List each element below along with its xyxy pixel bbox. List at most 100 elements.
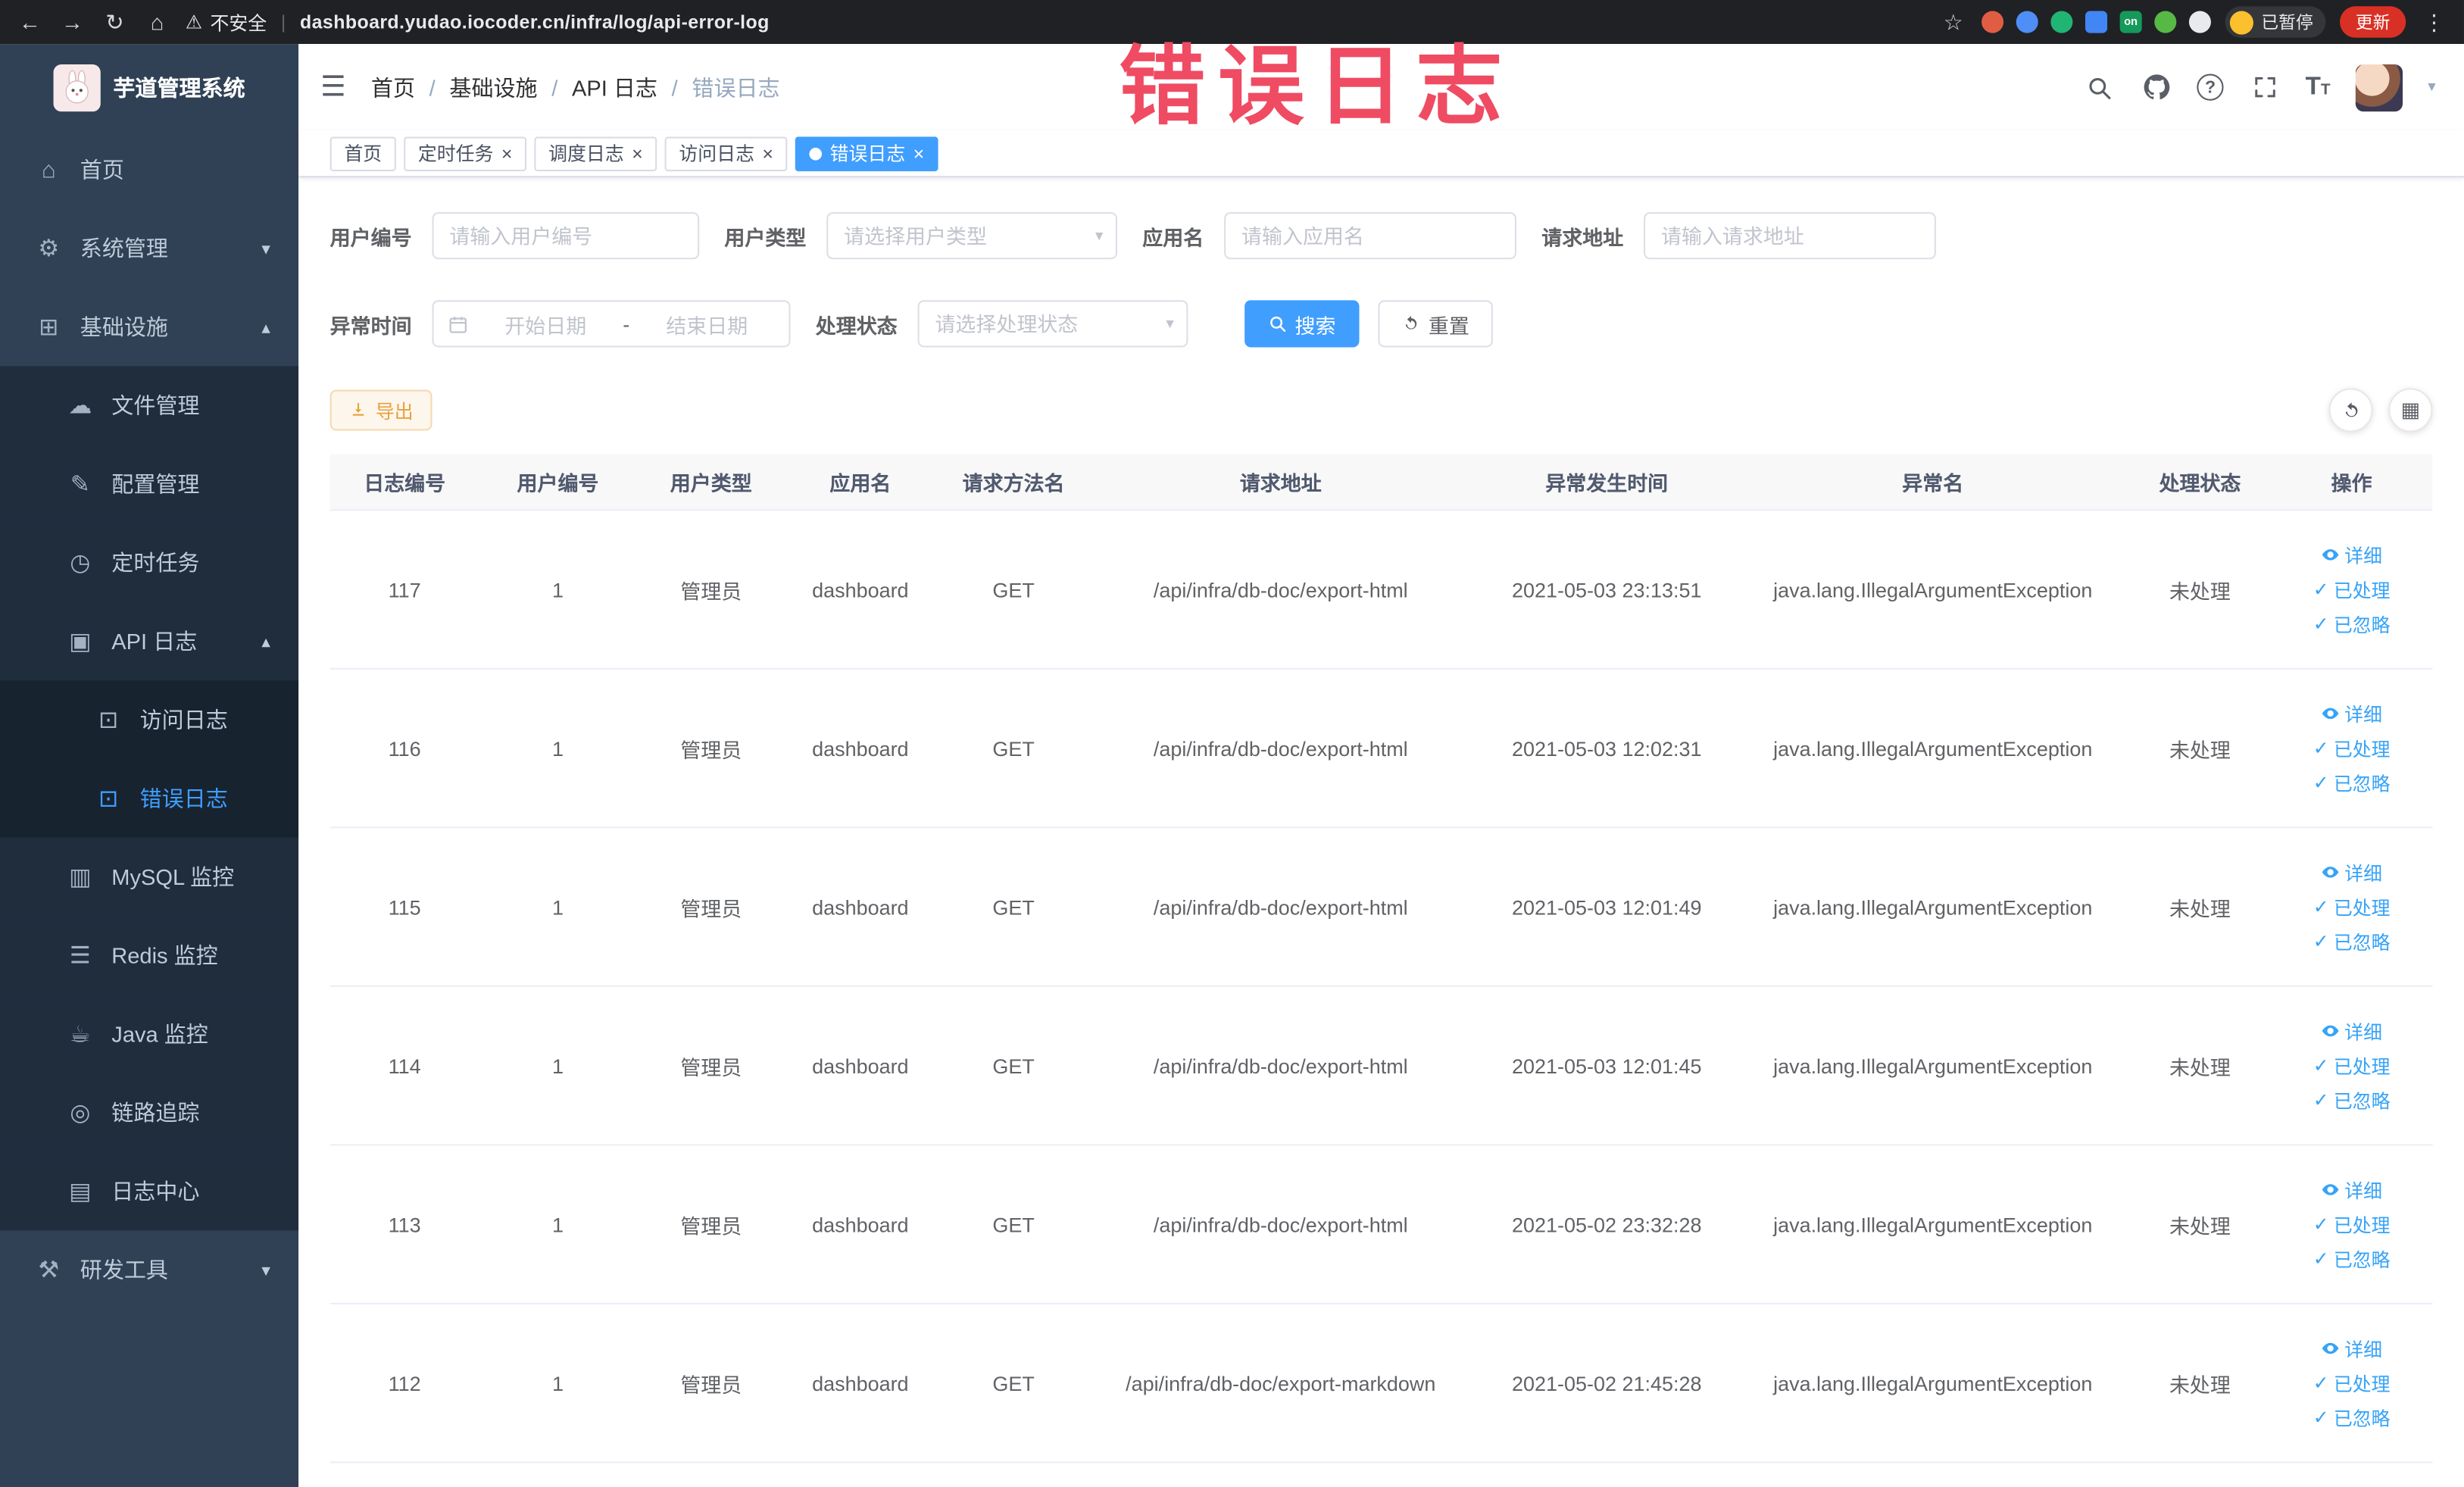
- sidebar-item-log-center[interactable]: ▤ 日志中心: [0, 1151, 299, 1231]
- close-icon[interactable]: ×: [632, 144, 643, 163]
- fullscreen-icon[interactable]: [2249, 71, 2280, 102]
- mark-processed-link[interactable]: ✓ 已处理: [2313, 893, 2391, 920]
- exception-time-label: 异常时间: [329, 313, 412, 338]
- breadcrumb-item[interactable]: 基础设施: [449, 71, 537, 102]
- error-log-icon: ⊡: [98, 786, 119, 813]
- mark-processed-link[interactable]: ✓ 已处理: [2313, 735, 2391, 761]
- tab-job-log[interactable]: 调度日志 ×: [534, 136, 657, 171]
- app-name-input[interactable]: [1224, 212, 1517, 260]
- font-size-icon[interactable]: TT: [2306, 73, 2331, 101]
- mark-ignored-link[interactable]: ✓ 已忽略: [2313, 770, 2391, 796]
- search-icon[interactable]: [2084, 71, 2115, 102]
- export-button[interactable]: 导出: [329, 389, 433, 431]
- reset-button[interactable]: 重置: [1378, 300, 1493, 348]
- sidebar-item-label: 基础设施: [80, 314, 168, 340]
- mark-processed-link[interactable]: ✓ 已处理: [2313, 1211, 2391, 1237]
- detail-link[interactable]: 详细: [2321, 1017, 2382, 1044]
- app-name-label: 应用名: [1142, 225, 1204, 249]
- reload-icon[interactable]: ↻: [101, 8, 129, 35]
- table-row: 113 1 管理员 dashboard GET /api/infra/db-do…: [329, 1145, 2433, 1304]
- sidebar-item-config[interactable]: ✎ 配置管理: [0, 445, 299, 523]
- request-url-input[interactable]: [1644, 212, 1937, 260]
- github-icon[interactable]: [2141, 71, 2172, 102]
- sidebar-item-trace[interactable]: ◎ 链路追踪: [0, 1073, 299, 1152]
- sidebar-item-system[interactable]: ⚙ 系统管理 ▾: [0, 209, 298, 288]
- user-id-input[interactable]: [432, 212, 700, 260]
- extension-icon-green[interactable]: [2050, 11, 2073, 33]
- mark-ignored-link[interactable]: ✓ 已忽略: [2313, 1087, 2391, 1114]
- mark-ignored-link[interactable]: ✓ 已忽略: [2313, 611, 2391, 637]
- extension-icon-on[interactable]: on: [2119, 11, 2142, 33]
- search-button[interactable]: 搜索: [1244, 300, 1360, 348]
- cell-app-name: dashboard: [812, 895, 909, 919]
- cell-log-id: 112: [388, 1371, 421, 1395]
- avatar-caret-icon[interactable]: ▾: [2428, 79, 2435, 96]
- sidebar-item-home[interactable]: ⌂ 首页: [0, 130, 298, 209]
- sidebar-toggle-icon[interactable]: ☰: [320, 70, 345, 104]
- help-icon[interactable]: ?: [2197, 73, 2224, 101]
- chrome-menu-icon[interactable]: ⋮: [2420, 8, 2448, 35]
- forward-icon[interactable]: →: [58, 9, 86, 34]
- user-avatar[interactable]: [2355, 64, 2403, 111]
- extension-icon-paw[interactable]: [2188, 11, 2211, 33]
- refresh-icon: [1405, 315, 1417, 330]
- sidebar-item-api-log[interactable]: ▣ API 日志 ▴: [0, 601, 299, 681]
- mark-ignored-link[interactable]: ✓ 已忽略: [2313, 1404, 2391, 1431]
- date-range-picker[interactable]: 开始日期 - 结束日期: [432, 300, 791, 348]
- breadcrumb-separator: /: [671, 74, 678, 100]
- detail-link[interactable]: 详细: [2321, 542, 2382, 568]
- detail-link[interactable]: 详细: [2321, 859, 2382, 886]
- extension-icon-blue[interactable]: [2016, 11, 2038, 33]
- tab-job[interactable]: 定时任务 ×: [404, 136, 527, 171]
- chrome-home-icon[interactable]: ⌂: [143, 9, 171, 34]
- tab-error-log[interactable]: 错误日志 ×: [795, 136, 938, 171]
- bookmark-star-icon[interactable]: ☆: [1939, 8, 1967, 35]
- mark-processed-link[interactable]: ✓ 已处理: [2313, 1052, 2391, 1079]
- sidebar-item-java[interactable]: ☕ Java 监控: [0, 995, 299, 1073]
- close-icon[interactable]: ×: [501, 144, 513, 163]
- detail-link[interactable]: 详细: [2321, 1335, 2382, 1361]
- extension-icon-leaf[interactable]: [2154, 11, 2177, 33]
- profile-paused-badge[interactable]: 已暂停: [2225, 6, 2326, 38]
- url-text[interactable]: dashboard.yudao.iocoder.cn/infra/log/api…: [300, 11, 770, 33]
- detail-link[interactable]: 详细: [2321, 700, 2382, 726]
- cell-request-method: GET: [992, 1054, 1035, 1078]
- sidebar-item-label: 研发工具: [80, 1257, 168, 1282]
- sidebar-item-infra[interactable]: ⊞ 基础设施 ▴: [0, 288, 298, 367]
- user-type-select[interactable]: [826, 212, 1118, 260]
- cell-request-url: /api/infra/db-doc/export-markdown: [1126, 1371, 1436, 1395]
- cell-app-name: dashboard: [812, 1212, 909, 1236]
- tab-home[interactable]: 首页: [329, 136, 396, 171]
- app-logo[interactable]: 芋道管理系统: [0, 44, 298, 130]
- sidebar-item-file[interactable]: ☁ 文件管理: [0, 366, 299, 445]
- breadcrumb-item[interactable]: 首页: [371, 71, 415, 102]
- sidebar-item-label: 错误日志: [139, 786, 228, 811]
- detail-link[interactable]: 详细: [2321, 1176, 2382, 1203]
- table-row: 114 1 管理员 dashboard GET /api/infra/db-do…: [329, 987, 2433, 1146]
- mark-processed-link[interactable]: ✓ 已处理: [2313, 1370, 2391, 1396]
- sidebar-item-job[interactable]: ◷ 定时任务: [0, 523, 299, 602]
- sidebar-item-label: 首页: [80, 157, 124, 183]
- close-icon[interactable]: ×: [762, 144, 773, 163]
- security-indicator[interactable]: ⚠ 不安全: [186, 8, 267, 35]
- mark-processed-link[interactable]: ✓ 已处理: [2313, 576, 2391, 602]
- sidebar-item-access-log[interactable]: ⊡ 访问日志: [0, 680, 299, 760]
- cell-exception-name: java.lang.IllegalArgumentException: [1773, 577, 2093, 601]
- back-icon[interactable]: ←: [16, 9, 44, 34]
- sidebar-item-error-log[interactable]: ⊡ 错误日志: [0, 759, 299, 838]
- sidebar-item-dev-tools[interactable]: ⚒ 研发工具 ▾: [0, 1230, 298, 1309]
- refresh-button[interactable]: [2328, 388, 2373, 433]
- column-settings-button[interactable]: ▦: [2388, 388, 2433, 433]
- tab-access-log[interactable]: 访问日志 ×: [664, 136, 788, 171]
- sidebar-item-redis[interactable]: ☰ Redis 监控: [0, 916, 299, 995]
- mark-ignored-link[interactable]: ✓ 已忽略: [2313, 928, 2391, 954]
- chrome-update-button[interactable]: 更新: [2340, 6, 2406, 38]
- cell-actions: 详细 ✓ 已处理 ✓ 已忽略: [2278, 1335, 2425, 1431]
- extension-icon-red[interactable]: [1982, 11, 2004, 33]
- sidebar-item-mysql[interactable]: ▥ MySQL 监控: [0, 837, 299, 917]
- close-icon[interactable]: ×: [913, 144, 925, 163]
- extension-icon-grid[interactable]: [2085, 11, 2108, 33]
- breadcrumb-item[interactable]: API 日志: [572, 71, 657, 102]
- mark-ignored-link[interactable]: ✓ 已忽略: [2313, 1245, 2391, 1272]
- process-status-select[interactable]: [917, 300, 1188, 348]
